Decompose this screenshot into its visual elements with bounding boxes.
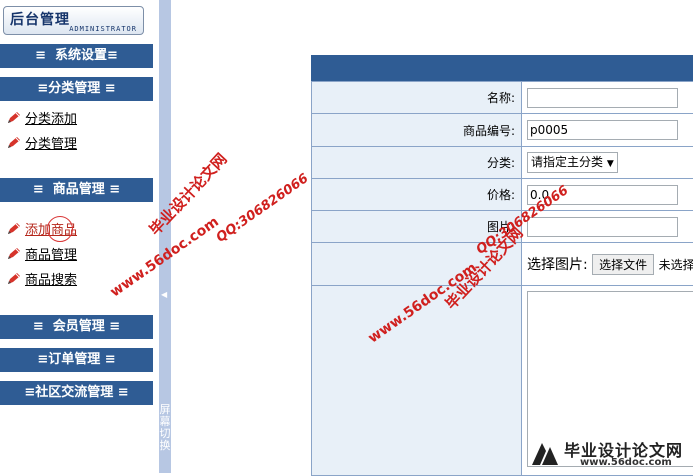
watermark-badge: 毕业设计论文网 www.56doc.com xyxy=(528,437,693,473)
pencil-icon xyxy=(8,248,20,259)
splitter-label: 屏幕切换 xyxy=(159,403,171,452)
pencil-icon xyxy=(8,112,20,123)
code-label: 商品编号: xyxy=(311,113,522,147)
file-picker-label: 选择图片: xyxy=(527,256,588,273)
name-input[interactable] xyxy=(527,87,678,108)
price-label: 价格: xyxy=(311,178,522,211)
menu-group-label: ≡ 会员管理 ≡ xyxy=(32,319,121,334)
sidebar-toggle[interactable]: ◀ 屏幕切换 xyxy=(159,0,171,473)
highlight-circle xyxy=(47,216,73,242)
choose-file-button[interactable]: 选择文件 xyxy=(592,253,655,275)
category-label: 分类: xyxy=(311,146,522,179)
category-select[interactable]: 请指定主分类 ▼ xyxy=(527,152,618,173)
menu-group-system-settings[interactable]: ≡ 系统设置≡ xyxy=(0,44,153,68)
watermark-qq: QQ:306826066 xyxy=(213,170,312,246)
menu-group-label: ≡社区交流管理 ≡ xyxy=(24,385,129,400)
sidebar: 后台管理 ADMINISTRATOR ≡ 系统设置≡ ≡分类管理 ≡ 分类添加 … xyxy=(0,0,156,473)
menu-item-label: 分类管理 xyxy=(25,137,78,152)
product-form: 名称: 商品编号: 分类: 请指定主分类 ▼ 价格: 图片: 选择图片: 选择文… xyxy=(311,81,693,476)
pencil-icon xyxy=(8,223,20,234)
image-path-input[interactable] xyxy=(527,216,678,237)
menu-item-product-manage[interactable]: 商品管理 xyxy=(6,247,77,265)
watermark-site-name: 毕业设计论文网 xyxy=(145,149,231,239)
menu-group-category[interactable]: ≡分类管理 ≡ xyxy=(0,77,153,101)
menu-group-member[interactable]: ≡ 会员管理 ≡ xyxy=(0,315,153,339)
logo-title: 后台管理 xyxy=(10,12,70,28)
price-input[interactable] xyxy=(527,184,678,205)
name-label: 名称: xyxy=(311,81,522,114)
product-code-input[interactable] xyxy=(527,120,678,140)
menu-item-label: 分类添加 xyxy=(25,112,78,127)
collapse-arrow-icon: ◀ xyxy=(161,290,168,299)
menu-item-category-manage[interactable]: 分类管理 xyxy=(6,136,77,154)
menu-group-label: ≡ 系统设置≡ xyxy=(35,48,118,63)
image-label: 图片: xyxy=(311,210,522,243)
logo-icon xyxy=(532,443,558,465)
logo-subtitle: ADMINISTRATOR xyxy=(69,25,137,33)
menu-group-order[interactable]: ≡订单管理 ≡ xyxy=(0,348,153,372)
pencil-icon xyxy=(8,137,20,148)
file-status: 未选择任何文件 xyxy=(658,257,693,272)
menu-group-label: ≡分类管理 ≡ xyxy=(37,81,116,96)
badge-url: www.56doc.com xyxy=(580,457,672,468)
menu-group-label: ≡ 商品管理 ≡ xyxy=(32,182,121,197)
menu-group-community[interactable]: ≡社区交流管理 ≡ xyxy=(0,381,153,405)
admin-logo: 后台管理 ADMINISTRATOR xyxy=(3,6,144,35)
menu-item-label: 商品管理 xyxy=(25,248,78,263)
menu-item-product-search[interactable]: 商品搜索 xyxy=(6,272,77,290)
menu-group-product[interactable]: ≡ 商品管理 ≡ xyxy=(0,178,153,202)
pencil-icon xyxy=(8,273,20,284)
category-selected: 请指定主分类 xyxy=(531,155,604,169)
form-header xyxy=(311,55,693,81)
menu-item-category-add[interactable]: 分类添加 xyxy=(6,111,77,129)
menu-item-label: 商品搜索 xyxy=(25,273,78,288)
dropdown-arrow-icon: ▼ xyxy=(606,159,614,169)
menu-group-label: ≡订单管理 ≡ xyxy=(37,352,116,367)
